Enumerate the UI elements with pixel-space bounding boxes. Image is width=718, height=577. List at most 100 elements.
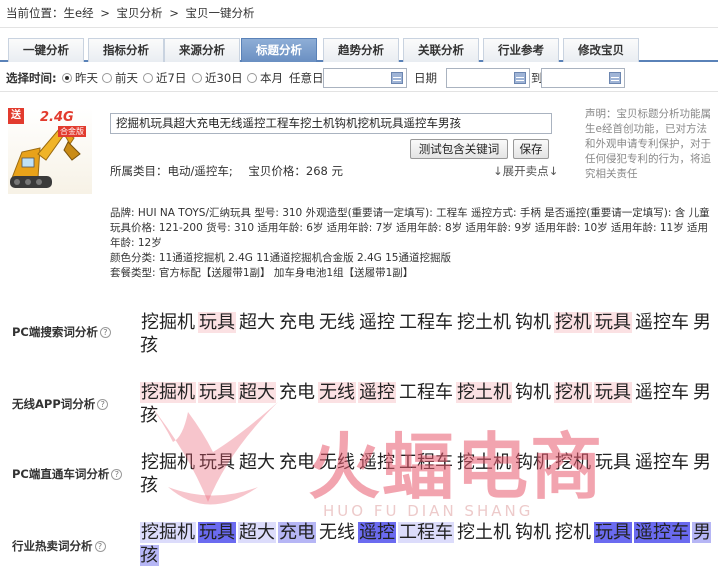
breadcrumb-item-one-click: 宝贝一键分析 — [185, 6, 255, 20]
breadcrumb: 当前位置：生e经 > 宝贝分析 > 宝贝一键分析 — [0, 0, 718, 28]
help-icon[interactable]: ? — [97, 399, 109, 410]
radio-label-yesterday[interactable]: 昨天 — [75, 64, 98, 92]
product-meta: 所属类目：电动/遥控车; 宝贝价格：268 元 — [110, 163, 355, 179]
keyword-token: 遥控车 — [634, 522, 690, 543]
title-tokens-pc-ztc: 挖掘机 玩具 超大 充电 无线 遥控 工程车 挖土机 钩机 挖机 玩具 遥控车 男孩 — [140, 451, 716, 497]
keyword-token: 挖土机 — [456, 382, 512, 403]
time-filter: 选择时间: 昨天 前天 近7日 近30日 本月 任意日 日期 到 — [0, 64, 718, 92]
keyword-token: 钩机 — [515, 522, 551, 543]
radio-label-this-month[interactable]: 本月 — [260, 64, 283, 92]
radio-label-day-before[interactable]: 前天 — [115, 64, 138, 92]
keyword-token: 玩具 — [198, 522, 236, 543]
radio-yesterday[interactable] — [62, 73, 72, 83]
date-from-input[interactable] — [446, 68, 530, 88]
keyword-token: 玩具 — [198, 312, 236, 333]
save-button[interactable]: 保存 — [513, 139, 549, 159]
gift-tag: 送 — [8, 108, 24, 124]
product-attributes-text: 品牌: HUI NA TOYS/汇纳玩具 型号: 310 外观造型(重要请一定填… — [110, 207, 710, 279]
tab-trend-analysis[interactable]: 趋势分析 — [323, 38, 399, 62]
row-label-pc-search: PC端搜索词分析? — [12, 324, 111, 340]
any-day-input[interactable] — [323, 68, 407, 88]
row-label-pc-ztc: PC端直通车词分析? — [12, 466, 123, 482]
breadcrumb-prefix[interactable]: 当前位置：生e经 — [6, 6, 94, 20]
expand-selling-points-link[interactable]: ↓展开卖点↓ — [493, 163, 558, 179]
keyword-token: 玩具 — [595, 452, 631, 473]
tab-title-analysis[interactable]: 标题分析 — [241, 38, 317, 62]
product-attributes: 品牌: HUI NA TOYS/汇纳玩具 型号: 310 外观造型(重要请一定填… — [110, 206, 716, 281]
keyword-token: 遥控车 — [635, 382, 689, 403]
test-keywords-button[interactable]: 测试包含关键词 — [410, 139, 508, 159]
keyword-token: 玩具 — [594, 522, 632, 543]
time-filter-label: 选择时间: — [6, 71, 57, 85]
keyword-token: 充电 — [279, 312, 315, 333]
keyword-token: 遥控 — [359, 312, 395, 333]
badge-2-4g: 2.4G — [40, 110, 74, 125]
title-tokens-mobile-app: 挖掘机 玩具 超大 充电 无线 遥控 工程车 挖土机 钩机 挖机 玩具 遥控车 男孩 — [140, 381, 716, 427]
tab-bar: 一键分析 指标分析 来源分析 标题分析 趋势分析 关联分析 行业参考 修改宝贝 — [0, 36, 718, 62]
watermark-subtext: HUO FU DIAN SHANG — [323, 502, 534, 520]
product-title-input[interactable]: 挖掘机玩具超大充电无线遥控工程车挖土机钩机挖机玩具遥控车男孩 — [110, 113, 552, 134]
keyword-token: 挖土机 — [457, 312, 511, 333]
calendar-icon[interactable] — [609, 72, 621, 84]
product-price: 宝贝价格：268 元 — [248, 164, 344, 178]
keyword-token: 无线 — [318, 382, 356, 403]
date-label: 日期 — [414, 71, 437, 85]
breadcrumb-separator: > — [169, 6, 179, 20]
keyword-token: 超大 — [238, 382, 276, 403]
tab-source-analysis[interactable]: 来源分析 — [164, 38, 240, 62]
keyword-token: 工程车 — [399, 382, 453, 403]
keyword-token: 挖掘机 — [141, 452, 195, 473]
keyword-token: 无线 — [319, 312, 355, 333]
tab-edit-product[interactable]: 修改宝贝 — [563, 38, 639, 62]
help-icon[interactable]: ? — [111, 469, 123, 480]
keyword-token: 遥控 — [358, 382, 396, 403]
keyword-token: 充电 — [279, 382, 315, 403]
row-label-industry-hot: 行业热卖词分析? — [12, 538, 106, 554]
help-icon[interactable]: ? — [94, 541, 106, 552]
keyword-token: 超大 — [239, 452, 275, 473]
keyword-token: 挖机 — [555, 522, 591, 543]
product-thumbnail[interactable]: 送 2.4G 合金版 — [8, 108, 92, 194]
patent-notice: 声明：宝贝标题分析功能属生e经首创功能，已对方法和外观申请专利保护，对于任何侵犯… — [585, 108, 711, 180]
keyword-token: 工程车 — [399, 452, 453, 473]
radio-label-last-30-days[interactable]: 近30日 — [205, 64, 243, 92]
keyword-token: 挖掘机 — [141, 312, 195, 333]
product-category: 所属类目：电动/遥控车; — [110, 164, 233, 178]
title-tokens-pc-search: 挖掘机 玩具 超大 充电 无线 遥控 工程车 挖土机 钩机 挖机 玩具 遥控车 男孩 — [140, 311, 716, 357]
calendar-icon[interactable] — [514, 72, 526, 84]
tab-one-click-analysis[interactable]: 一键分析 — [8, 38, 84, 62]
radio-last-30-days[interactable] — [192, 73, 202, 83]
radio-label-last-7-days[interactable]: 近7日 — [156, 64, 186, 92]
keyword-token: 挖机 — [554, 382, 592, 403]
radio-this-month[interactable] — [247, 73, 257, 83]
keyword-token: 挖土机 — [457, 522, 511, 543]
radio-last-7-days[interactable] — [143, 73, 153, 83]
keyword-token: 玩具 — [594, 312, 632, 333]
badge-alloy: 合金版 — [58, 126, 86, 137]
keyword-token: 遥控车 — [635, 452, 689, 473]
title-tokens-industry-hot: 挖掘机 玩具 超大 充电 无线 遥控 工程车 挖土机 钩机 挖机 玩具 遥控车 男孩 — [140, 521, 716, 567]
tab-metric-analysis[interactable]: 指标分析 — [88, 38, 164, 62]
keyword-token: 钩机 — [515, 382, 551, 403]
help-icon[interactable]: ? — [99, 327, 111, 338]
row-label-mobile-app: 无线APP词分析? — [12, 396, 109, 412]
date-to-input[interactable] — [541, 68, 625, 88]
tab-industry-reference[interactable]: 行业参考 — [483, 38, 559, 62]
calendar-icon[interactable] — [391, 72, 403, 84]
breadcrumb-item-product-analysis[interactable]: 宝贝分析 — [117, 6, 163, 20]
keyword-token: 钩机 — [515, 312, 551, 333]
keyword-token: 遥控 — [359, 452, 395, 473]
keyword-token: 挖掘机 — [140, 522, 196, 543]
keyword-token: 玩具 — [199, 452, 235, 473]
keyword-token: 充电 — [278, 522, 316, 543]
keyword-token: 挖掘机 — [140, 382, 196, 403]
radio-day-before[interactable] — [102, 73, 112, 83]
keyword-token: 挖机 — [554, 312, 592, 333]
keyword-token: 无线 — [319, 522, 355, 543]
breadcrumb-separator: > — [100, 6, 110, 20]
keyword-token: 玩具 — [594, 382, 632, 403]
keyword-token: 超大 — [238, 522, 276, 543]
tab-related-analysis[interactable]: 关联分析 — [403, 38, 479, 62]
keyword-token: 遥控 — [358, 522, 396, 543]
keyword-token: 超大 — [239, 312, 275, 333]
